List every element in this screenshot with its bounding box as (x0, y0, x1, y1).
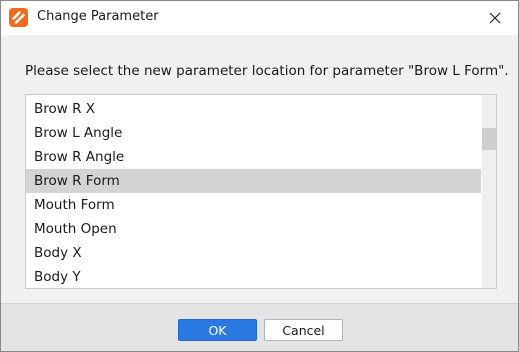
list-item[interactable]: Brow L Angle (26, 121, 481, 145)
list-item[interactable]: Body Y (26, 265, 481, 288)
title-bar: Change Parameter (1, 1, 518, 35)
list-scrollbar[interactable] (482, 95, 496, 288)
list-item[interactable]: Mouth Open (26, 217, 481, 241)
list-item[interactable]: Brow R Angle (26, 145, 481, 169)
window-title: Change Parameter (37, 9, 159, 24)
list-item[interactable]: Brow R X (26, 97, 481, 121)
list-item[interactable]: Mouth Form (26, 193, 481, 217)
scrollbar-thumb[interactable] (482, 128, 496, 150)
list-item-selected[interactable]: Brow R Form (26, 169, 481, 193)
change-parameter-dialog: Change Parameter Please select the new p… (0, 0, 519, 352)
button-bar: OK Cancel (1, 303, 518, 351)
list-item[interactable]: Body X (26, 241, 481, 265)
instruction-text: Please select the new parameter location… (25, 63, 509, 79)
ok-button[interactable]: OK (178, 319, 257, 341)
close-button[interactable] (472, 1, 518, 35)
cubism-logo-icon (9, 8, 28, 27)
parameter-list[interactable]: Brow R X Brow L Angle Brow R Angle Brow … (25, 94, 497, 289)
cancel-button[interactable]: Cancel (264, 319, 343, 341)
close-icon (489, 12, 501, 24)
